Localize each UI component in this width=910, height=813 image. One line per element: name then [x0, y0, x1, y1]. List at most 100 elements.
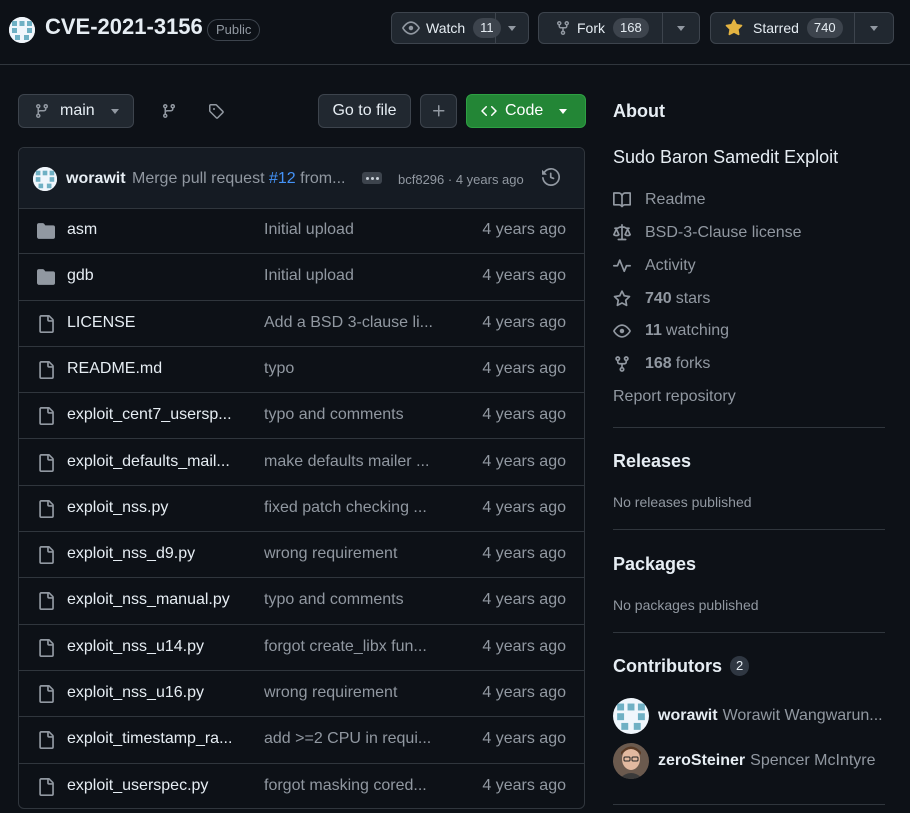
branch-icon: [35, 104, 48, 119]
forks-label: forks: [675, 355, 711, 372]
branches-link[interactable]: [155, 97, 183, 125]
license-link[interactable]: BSD-3-Clause license: [613, 222, 802, 244]
file-name[interactable]: exploit_nss_d9.py: [67, 545, 195, 563]
star-dropdown[interactable]: [854, 13, 893, 43]
readme-link[interactable]: Readme: [613, 189, 705, 211]
starred-button[interactable]: Starred 740: [711, 13, 843, 43]
file-commit-date: 4 years ago: [482, 359, 566, 377]
file-row: exploit_nss_u14.py forgot create_libx fun…: [19, 625, 584, 671]
file-commit-date: 4 years ago: [482, 591, 566, 609]
file-commit-message[interactable]: forgot masking cored...: [264, 777, 427, 795]
repo-owner-avatar[interactable]: [9, 17, 35, 43]
file-commit-message[interactable]: wrong requirement: [264, 545, 397, 563]
file-row: exploit_nss_manual.py typo and comments 4 …: [19, 578, 584, 625]
divider: [613, 632, 885, 633]
add-file-button[interactable]: [420, 94, 457, 128]
releases-empty-text: No releases published: [613, 494, 752, 510]
forks-link[interactable]: 168 forks: [613, 353, 710, 375]
watch-button[interactable]: Watch 11: [392, 13, 501, 43]
file-commit-message[interactable]: add >=2 CPU in requi...: [264, 730, 431, 748]
file-name[interactable]: exploit_defaults_mail...: [67, 453, 230, 471]
file-commit-message[interactable]: Add a BSD 3-clause li...: [264, 314, 433, 332]
file-name[interactable]: exploit_nss.py: [67, 499, 168, 517]
stars-count: 740: [645, 290, 672, 307]
file-name[interactable]: exploit_cent7_usersp...: [67, 406, 232, 424]
watchers-link[interactable]: 11 watching: [613, 320, 729, 342]
commit-author[interactable]: worawit: [66, 170, 126, 188]
history-icon[interactable]: [542, 167, 561, 191]
file-name[interactable]: LICENSE: [67, 314, 135, 332]
file-commit-message[interactable]: typo and comments: [264, 406, 404, 424]
releases-heading[interactable]: Releases: [613, 451, 691, 472]
chevron-down-icon: [559, 108, 568, 114]
file-commit-date: 4 years ago: [482, 221, 566, 238]
file-name[interactable]: exploit_timestamp_ra...: [67, 730, 232, 748]
file-icon: [37, 731, 55, 754]
file-name[interactable]: README.md: [67, 360, 162, 378]
file-commit-message[interactable]: fixed patch checking ...: [264, 499, 427, 517]
file-name[interactable]: exploit_nss_manual.py: [67, 591, 230, 609]
file-row: exploit_nss_u16.py wrong requirement 4 yea…: [19, 671, 584, 718]
tags-link[interactable]: [202, 97, 230, 125]
commit-message-suffix: from...: [295, 170, 346, 187]
packages-heading[interactable]: Packages: [613, 554, 696, 575]
code-button[interactable]: Code: [466, 94, 586, 128]
activity-link[interactable]: Activity: [613, 255, 696, 277]
file-name[interactable]: gdb: [67, 267, 94, 285]
file-commit-message[interactable]: typo: [264, 360, 294, 378]
file-icon: [37, 360, 55, 384]
contributor-name: Worawit Wangwarun...: [722, 707, 883, 724]
file-icon: [37, 685, 55, 708]
chevron-down-icon: [110, 108, 119, 114]
contributors-heading-label: Contributors: [613, 656, 722, 676]
file-name[interactable]: exploit_nss_u14.py: [67, 638, 204, 656]
pull-request-link[interactable]: #12: [269, 170, 296, 187]
fork-icon: [615, 356, 629, 372]
file-commit-date: 4 years ago: [482, 498, 566, 516]
file-icon: [37, 546, 55, 569]
stars-link[interactable]: 740 stars: [613, 288, 710, 310]
contributors-count: 2: [729, 656, 750, 676]
file-commit-message[interactable]: wrong requirement: [264, 684, 397, 702]
star-button-group: Starred 740: [710, 12, 894, 44]
law-icon: [613, 224, 631, 241]
fork-dropdown[interactable]: [662, 13, 699, 43]
file-name[interactable]: exploit_userspec.py: [67, 777, 208, 795]
contributor-item[interactable]: zeroSteiner Spencer McIntyre: [613, 743, 876, 779]
commit-meta[interactable]: bcf8296 · 4 years ago: [398, 172, 524, 187]
visibility-badge: Public: [207, 19, 261, 41]
commit-author-avatar[interactable]: [33, 167, 57, 191]
watch-label: Watch: [426, 20, 466, 36]
contributor-item[interactable]: worawit Worawit Wangwarun...: [613, 698, 883, 734]
file-icon: [37, 407, 55, 430]
contributor-login: zeroSteiner: [658, 752, 746, 769]
contributor-name: Spencer McIntyre: [750, 752, 876, 769]
file-commit-message[interactable]: Initial upload: [264, 221, 354, 239]
fork-button[interactable]: Fork 168: [539, 13, 649, 43]
file-commit-message[interactable]: make defaults mailer ...: [264, 453, 429, 471]
file-icon: [37, 499, 55, 523]
file-commit-message[interactable]: Initial upload: [264, 267, 354, 285]
file-row: gdb Initial upload 4 years ago: [19, 254, 584, 301]
file-name[interactable]: exploit_nss_u16.py: [67, 684, 204, 702]
star-icon: [613, 290, 631, 307]
expand-commit-icon[interactable]: [362, 172, 382, 184]
report-repository-link[interactable]: Report repository: [613, 386, 736, 408]
contributors-heading[interactable]: Contributors 2: [613, 656, 750, 677]
file-name[interactable]: asm: [67, 221, 97, 239]
file-commit-message[interactable]: forgot create_libx fun...: [264, 638, 427, 656]
file-commit-message[interactable]: typo and comments: [264, 591, 404, 609]
repo-name[interactable]: CVE-2021-3156: [45, 14, 203, 40]
file-commit-date: 4 years ago: [482, 406, 566, 424]
branch-selector[interactable]: main: [18, 94, 134, 128]
chevron-down-icon: [508, 25, 516, 31]
go-to-file-button[interactable]: Go to file: [318, 94, 411, 128]
watch-dropdown[interactable]: [495, 13, 528, 43]
watching-count: 11: [645, 322, 662, 339]
watch-button-group: Watch 11: [391, 12, 529, 44]
commit-message[interactable]: Merge pull request #12 from...: [132, 170, 345, 188]
file-row: README.md typo 4 years ago: [19, 347, 584, 394]
file-icon: [37, 777, 55, 801]
file-row: exploit_cent7_usersp... typo and comments…: [19, 393, 584, 440]
folder-icon: [37, 222, 55, 245]
